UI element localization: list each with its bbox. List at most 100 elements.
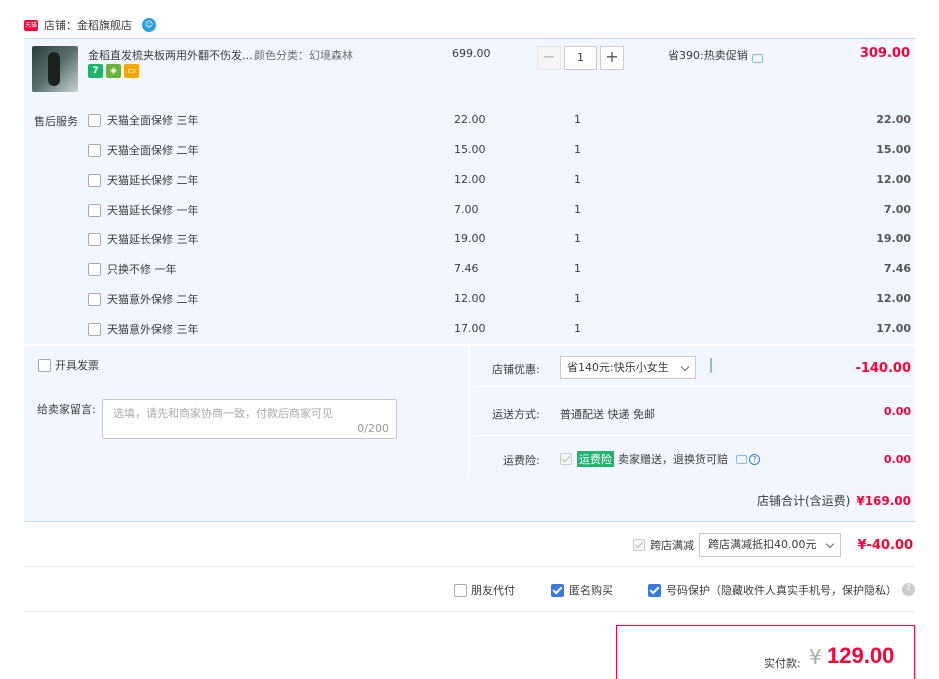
service-checkbox[interactable] (88, 143, 101, 157)
service-checkbox[interactable] (88, 203, 101, 217)
service-row[interactable]: 天猫延长保修 二年 (88, 171, 199, 189)
privacy-label: 号码保护（隐藏收件人真实手机号，保护隐私） (666, 584, 897, 597)
message-char-count: 0/200 (357, 422, 389, 435)
cross-store-option[interactable]: 跨店满减 (633, 537, 694, 553)
service-total: 19.00 (876, 232, 911, 245)
service-checkbox[interactable] (88, 113, 101, 127)
service-row[interactable]: 天猫全面保修 三年 (88, 111, 199, 129)
service-qty: 1 (574, 113, 581, 126)
anonymous-label: 匿名购买 (569, 584, 613, 597)
chevron-down-icon (825, 539, 835, 549)
payment-amount: 129.00 (827, 643, 895, 668)
coupon-label: 店铺优惠: (492, 363, 540, 376)
item-total: 309.00 (859, 46, 910, 61)
anonymous-option[interactable]: 匿名购买 (551, 582, 613, 598)
service-total: 15.00 (876, 143, 911, 156)
divider (470, 435, 915, 436)
quantity-stepper[interactable]: − 1 + (537, 46, 624, 70)
coupon-amount: -140.00 (855, 361, 911, 376)
comment-icon[interactable] (710, 358, 712, 373)
comment-icon[interactable] (751, 53, 763, 63)
service-checkbox[interactable] (88, 173, 101, 187)
after-sale-label: 售后服务 (34, 115, 78, 128)
chevron-down-icon (680, 362, 690, 372)
cross-store-amount: ¥-40.00 (857, 538, 913, 553)
service-row[interactable]: 天猫全面保修 二年 (88, 141, 199, 159)
service-name: 天猫延长保修 二年 (107, 174, 199, 187)
insurance-option[interactable]: 运费险 卖家赠送，退换货可赔 ? (560, 451, 760, 467)
insurance-label: 运费险: (503, 454, 540, 467)
service-price: 12.00 (454, 292, 486, 305)
service-checkbox[interactable] (88, 262, 101, 276)
privacy-option[interactable]: 号码保护（隐藏收件人真实手机号，保护隐私） (648, 582, 897, 598)
service-name: 天猫延长保修 一年 (107, 204, 199, 217)
message-label: 给卖家留言: (37, 403, 96, 416)
invoice-label: 开具发票 (55, 359, 99, 372)
service-row[interactable]: 天猫意外保修 三年 (88, 320, 199, 338)
seven-day-return-icon: 7 (88, 64, 103, 78)
service-price: 19.00 (454, 232, 486, 245)
shop-header: 天猫 店铺：金稻旗舰店 ☺ (24, 16, 156, 34)
help-icon[interactable]: ? (902, 583, 915, 596)
service-checkbox[interactable] (88, 292, 101, 306)
anonymous-checkbox[interactable] (551, 583, 564, 597)
insurance-checkbox[interactable] (560, 453, 572, 465)
message-textarea[interactable]: 选填，请先和商家协商一致，付款后商家可见 0/200 (102, 399, 397, 439)
service-row[interactable]: 天猫延长保修 一年 (88, 201, 199, 219)
coupon-select[interactable]: 省140元:快乐小女生 (560, 356, 696, 379)
cross-store-select[interactable]: 跨店满减抵扣40.00元 (699, 533, 841, 557)
insurance-amount: 0.00 (883, 453, 911, 466)
shop-total-value: ¥169.00 (856, 494, 911, 508)
shipping-method: 普通配送 快递 免邮 (560, 408, 655, 421)
shipping-amount: 0.00 (883, 405, 911, 418)
help-icon[interactable]: ? (749, 453, 760, 465)
service-qty: 1 (574, 173, 581, 186)
service-total: 17.00 (876, 322, 911, 335)
product-sku: 颜色分类：幻境森林 (254, 49, 353, 62)
service-name: 天猫全面保修 二年 (107, 144, 199, 157)
privacy-checkbox[interactable] (648, 583, 661, 597)
shop-name[interactable]: 店铺：金稻旗舰店 (44, 17, 132, 33)
divider (24, 611, 915, 612)
increase-button[interactable]: + (600, 46, 624, 70)
unit-price: 699.00 (452, 47, 491, 60)
coupon-value: 省140元:快乐小女生 (567, 361, 669, 374)
product-thumbnail[interactable] (32, 46, 78, 92)
message-placeholder: 选填，请先和商家协商一致，付款后商家可见 (113, 407, 333, 420)
comment-icon[interactable] (736, 454, 747, 464)
service-price: 17.00 (454, 322, 486, 335)
currency-symbol: ¥ (809, 645, 822, 669)
service-qty: 1 (574, 292, 581, 305)
service-checkbox[interactable] (88, 232, 101, 246)
guarantee-icon: ◈ (106, 64, 121, 78)
quantity-input[interactable]: 1 (564, 46, 597, 70)
service-checkbox[interactable] (88, 322, 101, 336)
friend-pay-label: 朋友代付 (471, 584, 515, 597)
cross-store-checkbox[interactable] (633, 539, 645, 551)
product-title[interactable]: 金稻直发梳夹板两用外翻不伤发... (88, 47, 253, 63)
promo-info: 省390:热卖促销 (668, 47, 763, 63)
tmall-icon: 天猫 (24, 19, 38, 31)
service-price: 22.00 (454, 113, 486, 126)
service-total: 7.00 (883, 203, 911, 216)
insurance-tag: 运费险 (577, 451, 614, 467)
friend-pay-checkbox[interactable] (454, 583, 467, 597)
service-total: 12.00 (876, 292, 911, 305)
divider (470, 386, 915, 387)
product-badges: 7 ◈ ▭ (88, 64, 139, 78)
decrease-button[interactable]: − (537, 46, 561, 70)
service-qty: 1 (574, 322, 581, 335)
invoice-option[interactable]: 开具发票 (38, 357, 99, 373)
service-price: 7.46 (454, 262, 479, 275)
shipping-label: 运送方式: (492, 408, 540, 421)
invoice-checkbox[interactable] (38, 358, 51, 372)
shop-total: 店铺合计(含运费) ¥169.00 (757, 492, 911, 509)
service-price: 15.00 (454, 143, 486, 156)
service-row[interactable]: 天猫意外保修 二年 (88, 290, 199, 308)
friend-pay-option[interactable]: 朋友代付 (454, 582, 515, 598)
service-name: 天猫全面保修 三年 (107, 114, 199, 127)
wangwang-icon[interactable]: ☺ (142, 18, 156, 32)
service-name: 天猫延长保修 三年 (107, 233, 199, 246)
service-row[interactable]: 只换不修 一年 (88, 260, 177, 278)
service-row[interactable]: 天猫延长保修 三年 (88, 230, 199, 248)
